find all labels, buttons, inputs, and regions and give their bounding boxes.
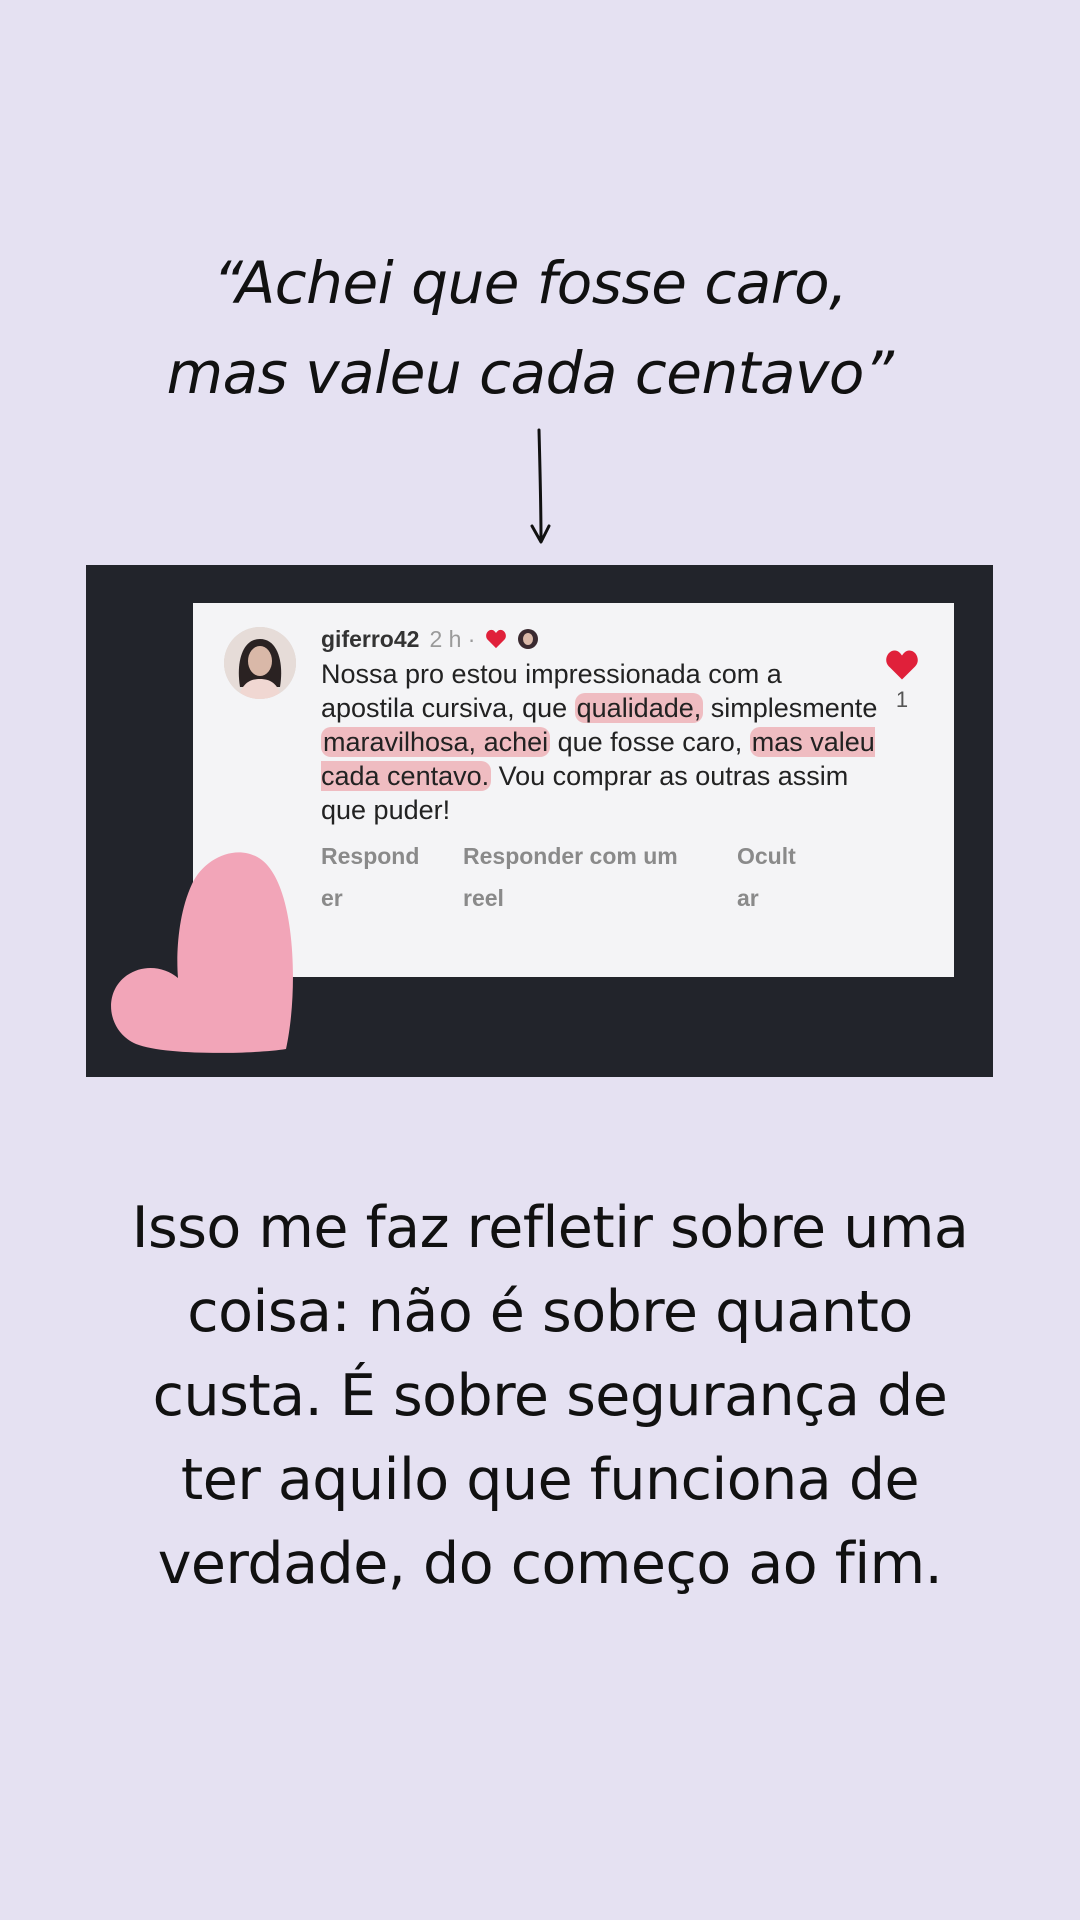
comment-text-3: que fosse caro, (550, 727, 750, 757)
reply-button[interactable]: Respond er (321, 835, 427, 919)
quote-headline: “Achei que fosse caro, mas valeu cada ce… (60, 238, 1000, 418)
comment-highlight-1: qualidade, (574, 693, 704, 723)
comment-time: 2 h · (429, 626, 476, 652)
comment-body: Nossa pro estou impressionada com a apos… (321, 657, 881, 827)
quote-line-1: “Achei que fosse caro, (212, 249, 848, 317)
comment-highlight-2: maravilhosa, achei (321, 727, 551, 757)
avatar-portrait-icon (224, 627, 296, 699)
heart-icon (486, 629, 507, 649)
comment-card: giferro42 2 h · Nossa pro estou impressi… (193, 603, 954, 977)
hide-button[interactable]: Ocult ar (737, 835, 817, 919)
pink-heart-sticker-icon (111, 852, 293, 1053)
creator-avatar-icon (518, 629, 539, 649)
comment-meta: giferro42 2 h · (321, 621, 881, 657)
avatar (224, 627, 296, 699)
like-count: 1 (895, 687, 909, 712)
arrow-down-icon (530, 428, 551, 544)
reply-with-reel-button[interactable]: Responder com um reel (463, 835, 703, 919)
comment-actions: Respond er Responder com um reel Ocult a… (321, 835, 881, 919)
comment-screenshot: giferro42 2 h · Nossa pro estou impressi… (86, 565, 993, 1077)
comment-content: giferro42 2 h · Nossa pro estou impressi… (321, 621, 881, 919)
comment-text-2: simplesmente (703, 693, 878, 723)
like-heart-icon[interactable] (884, 649, 920, 681)
comment-username[interactable]: giferro42 (321, 621, 419, 657)
like-control[interactable]: 1 (882, 649, 922, 713)
quote-line-2: mas valeu cada centavo” (166, 339, 894, 407)
reflection-text: Isso me faz refletir sobre uma coisa: nã… (131, 1195, 969, 1597)
